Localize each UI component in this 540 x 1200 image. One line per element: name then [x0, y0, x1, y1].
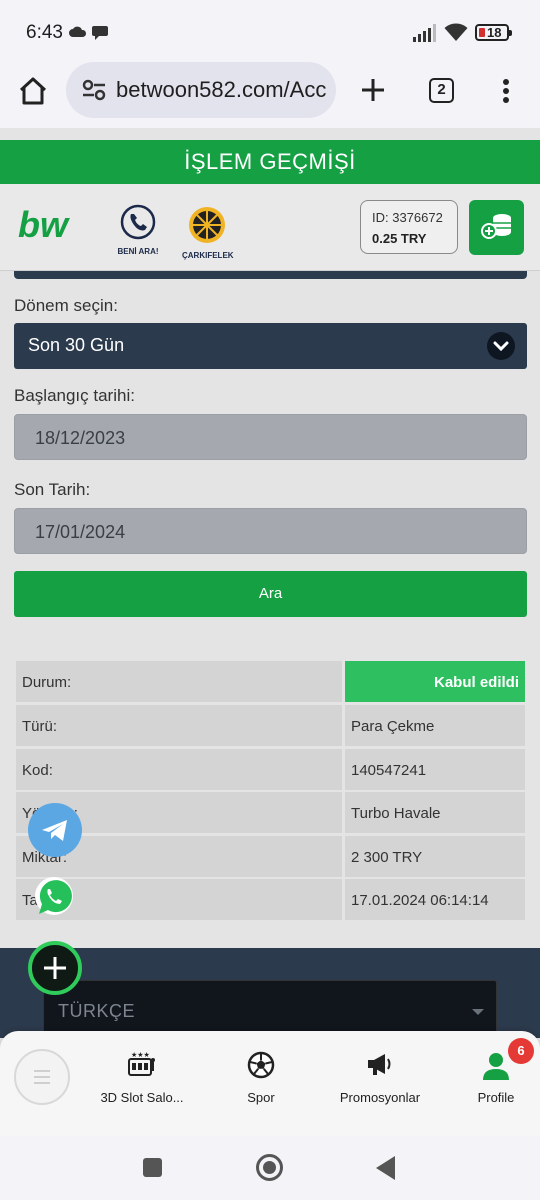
svg-text:★★★: ★★★ — [131, 1051, 150, 1059]
user-icon — [483, 1053, 509, 1080]
call-me-button[interactable]: BENİ ARA! — [116, 204, 160, 264]
telegram-button[interactable] — [28, 803, 82, 857]
battery-icon: 18 — [475, 24, 512, 41]
page-title: İŞLEM GEÇMİŞİ — [0, 140, 540, 184]
recent-apps-button[interactable] — [143, 1158, 162, 1177]
table-row: Tarih: 17.01.2024 06:14:14 — [16, 879, 526, 920]
table-row: Kod: 140547241 — [16, 749, 526, 790]
address-bar[interactable]: betwoon582.com/Acc — [66, 62, 336, 118]
wheel-label: ÇARKIFELEK — [182, 251, 234, 260]
table-row: Durum: Kabul edildi — [16, 661, 526, 702]
table-row: Türü: Para Çekme — [16, 705, 526, 746]
whatsapp-icon — [35, 877, 73, 915]
system-navigation-bar — [0, 1136, 540, 1200]
status-bar: 6:43 18 — [0, 0, 540, 62]
slot-machine-icon: ★★★ — [128, 1051, 155, 1076]
site-settings-icon[interactable] — [82, 79, 106, 101]
wheel-of-fortune-button[interactable]: ÇARKIFELEK — [182, 206, 234, 264]
previous-select-edge — [14, 271, 527, 279]
wifi-icon — [444, 23, 468, 41]
brand-logo[interactable]: bw — [18, 206, 84, 246]
status-time: 6:43 — [26, 22, 63, 43]
notification-badge: 6 — [508, 1038, 534, 1064]
hamburger-icon — [34, 1070, 50, 1084]
svg-text:bw: bw — [18, 206, 70, 245]
period-select[interactable]: Son 30 Gün — [14, 323, 527, 369]
more-menu-icon[interactable] — [502, 78, 510, 104]
row-label: Türü: — [16, 705, 342, 746]
table-row: Yöntem: Turbo Havale — [16, 792, 526, 833]
megaphone-icon — [368, 1054, 391, 1075]
brand-header: bw BENİ ARA! ÇARKIFELEK ID: 3376672 0.25… — [0, 184, 540, 271]
period-label: Dönem seçin: — [14, 296, 118, 315]
language-value: TÜRKÇE — [58, 1001, 136, 1021]
period-value: Son 30 Gün — [28, 335, 125, 355]
coins-icon — [481, 214, 511, 239]
start-date-value: 18/12/2023 — [35, 428, 126, 448]
nav-label: 3D Slot Salo... — [100, 1090, 184, 1105]
nav-item-promotions[interactable]: Promosyonlar — [330, 1031, 430, 1136]
deposit-button[interactable] — [469, 200, 524, 255]
row-value: 17.01.2024 06:14:14 — [345, 879, 525, 920]
whatsapp-button[interactable] — [31, 874, 77, 920]
table-row: Miktar: 2 300 TRY — [16, 836, 526, 877]
row-value: Turbo Havale — [345, 792, 525, 833]
language-select[interactable]: TÜRKÇE — [43, 980, 497, 1036]
soccer-ball-icon — [247, 1051, 275, 1079]
caret-down-icon — [472, 1009, 484, 1015]
cloud-icon — [69, 26, 87, 37]
row-label: Kod: — [16, 749, 342, 790]
row-value: Para Çekme — [345, 705, 525, 746]
row-value: 2 300 TRY — [345, 836, 525, 877]
start-date-label: Başlangıç tarihi: — [14, 386, 135, 405]
account-info[interactable]: ID: 3376672 0.25 TRY — [360, 200, 458, 254]
phone-icon — [120, 204, 156, 240]
chevron-down-icon — [487, 332, 515, 360]
back-button[interactable] — [376, 1156, 395, 1180]
nav-label: Promosyonlar — [339, 1090, 421, 1105]
url-text: betwoon582.com/Acc — [116, 77, 326, 102]
expand-contacts-button[interactable] — [28, 941, 82, 995]
home-button[interactable] — [256, 1154, 283, 1181]
end-date-input[interactable]: 17/01/2024 — [14, 508, 527, 554]
battery-level: 18 — [487, 25, 502, 40]
home-icon[interactable] — [18, 76, 48, 106]
browser-toolbar: betwoon582.com/Acc 2 — [0, 62, 540, 128]
chat-icon — [92, 26, 108, 40]
account-id: ID: 3376672 — [372, 210, 443, 225]
row-label: Durum: — [16, 661, 342, 702]
plus-icon — [44, 957, 66, 979]
status-badge: Kabul edildi — [345, 661, 525, 702]
account-balance: 0.25 TRY — [372, 231, 427, 246]
signal-icon — [413, 24, 436, 42]
end-date-label: Son Tarih: — [14, 480, 91, 499]
wheel-icon — [189, 207, 225, 243]
row-value: 140547241 — [345, 749, 525, 790]
nav-label: Profile — [477, 1090, 515, 1105]
search-button[interactable]: Ara — [14, 571, 527, 617]
nav-item-sports[interactable]: Spor — [221, 1031, 301, 1136]
nav-label: Spor — [247, 1090, 275, 1105]
end-date-value: 17/01/2024 — [35, 522, 126, 542]
telegram-icon — [42, 820, 67, 841]
tab-switcher-button[interactable]: 2 — [429, 78, 454, 103]
bottom-navigation: ★★★ 3D Slot Salo... Spor Promosyonlar Pr… — [0, 1031, 540, 1136]
nav-item-slots[interactable]: ★★★ 3D Slot Salo... — [92, 1031, 192, 1136]
call-me-label: BENİ ARA! — [117, 247, 159, 256]
menu-button[interactable] — [14, 1049, 70, 1105]
start-date-input[interactable]: 18/12/2023 — [14, 414, 527, 460]
new-tab-icon[interactable] — [358, 75, 388, 105]
